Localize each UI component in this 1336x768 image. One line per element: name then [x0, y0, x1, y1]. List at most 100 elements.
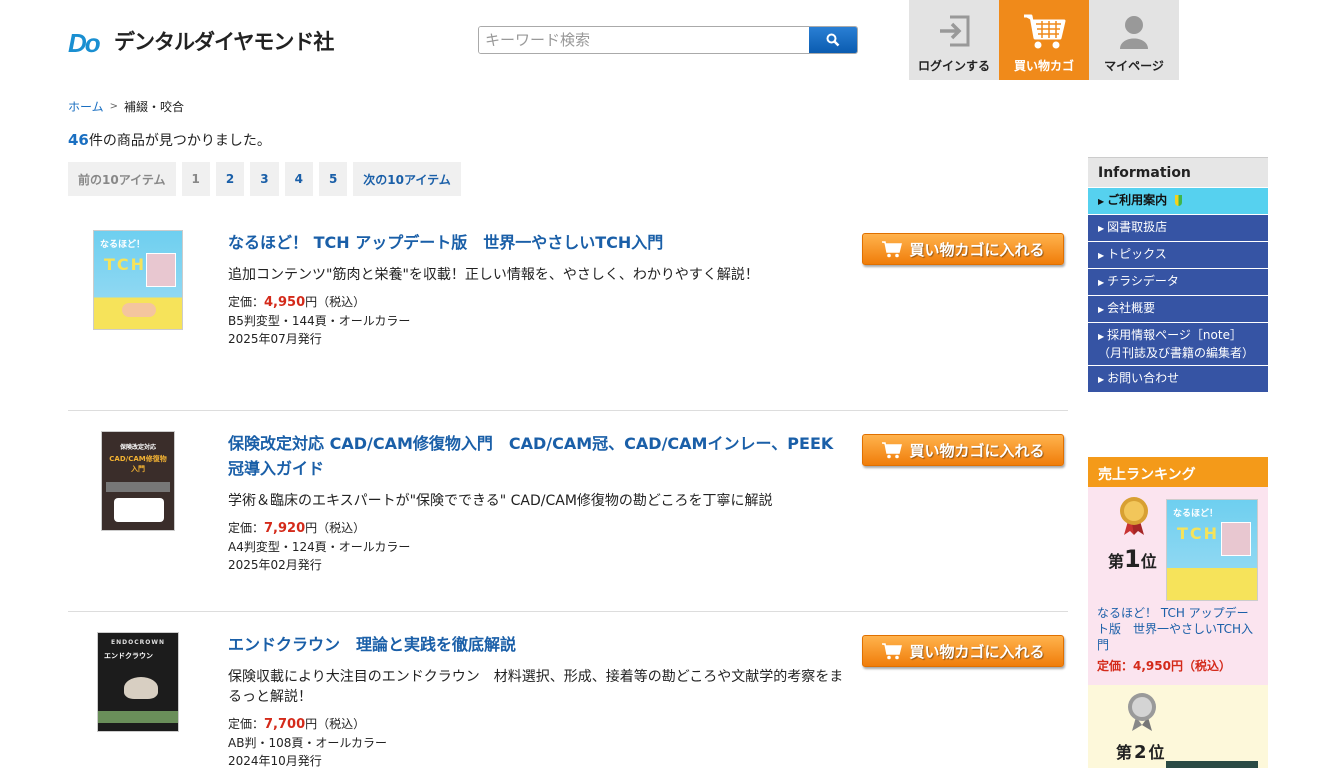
ranking-item-1[interactable]: 第1位 なるほど！ TCH なるほど！ TCH アップデート版 世界一やさしいT…	[1088, 487, 1268, 685]
breadcrumb-current: 補綴・咬合	[124, 100, 185, 114]
breadcrumb-home-link[interactable]: ホーム	[68, 98, 104, 115]
product-description: 学術＆臨床のエキスパートが"保険でできる" CAD/CAM修復物の勘どころを丁寧…	[228, 493, 773, 509]
ranking-cover-image[interactable]: なるほど！ TCH	[1166, 499, 1258, 601]
product-meta: 定価：7,700円（税込） AB判・108頁・オールカラー 2024年10月発行	[228, 715, 848, 768]
sidebar-item-label: 会社概要	[1107, 301, 1156, 315]
result-count-text: 件の商品が見つかりました。	[88, 133, 271, 149]
pager-next[interactable]: 次の10アイテム	[353, 162, 461, 196]
ranking-heading: 売上ランキング	[1088, 457, 1268, 487]
sidebar-item-stores[interactable]: ▶ 図書取扱店	[1088, 214, 1268, 241]
price-label: 定価：	[228, 295, 265, 309]
sidebar-item-flyers[interactable]: ▶ チラシデータ	[1088, 268, 1268, 295]
beginner-mark-icon	[1175, 195, 1183, 206]
cover-photo-strip	[106, 482, 170, 492]
login-icon	[940, 15, 970, 47]
gold-medal-icon	[1118, 495, 1150, 541]
sidebar-item-label: チラシデータ	[1107, 274, 1179, 288]
product-title-link[interactable]: なるほど！ TCH アップデート版 世界一やさしいTCH入門	[228, 230, 848, 255]
pager-page-4[interactable]: 4	[284, 162, 313, 196]
sidebar-item-label: お問い合わせ	[1107, 371, 1180, 385]
pager-page-5[interactable]: 5	[318, 162, 348, 196]
silver-medal-icon	[1126, 691, 1158, 735]
arrow-right-icon: ▶	[1098, 197, 1105, 206]
result-count: 46件の商品が見つかりました。	[68, 130, 271, 150]
product-date: 2024年10月発行	[228, 754, 322, 768]
product-cover-image[interactable]: ENDOCROWN エンドクラウン	[97, 632, 179, 732]
cover-badge	[114, 498, 164, 522]
search-button[interactable]	[809, 27, 857, 53]
product-meta: 定価：4,950円（税込） B5判変型・144頁・オールカラー 2025年07月…	[228, 293, 848, 348]
cover-photo	[1221, 522, 1251, 556]
arrow-right-icon: ▶	[1098, 278, 1105, 287]
cart-label: 買い物カゴ	[1013, 59, 1074, 73]
sidebar-item-contact[interactable]: ▶ お問い合わせ	[1088, 365, 1268, 392]
mypage-label: マイページ	[1104, 59, 1164, 73]
sidebar-item-guide[interactable]: ▶ ご利用案内	[1088, 187, 1268, 214]
sidebar-item-company[interactable]: ▶ 会社概要	[1088, 295, 1268, 322]
price-label: 定価：	[228, 521, 265, 535]
logo-mark: Do	[68, 28, 101, 58]
rank-2-label: 第2位	[1116, 739, 1165, 763]
rank-suffix: 位	[1140, 552, 1157, 571]
add-to-cart-button[interactable]: 買い物カゴに入れる	[862, 233, 1064, 265]
add-to-cart-button[interactable]: 買い物カゴに入れる	[862, 434, 1064, 466]
sidebar-item-recruit[interactable]: ▶ 採用情報ページ［note］ （月刊誌及び書籍の編集者）	[1088, 322, 1268, 365]
product-title-link[interactable]: 保険改定対応 CAD/CAM修復物入門 CAD/CAM冠、CAD/CAMインレー…	[228, 431, 848, 481]
pager-prev: 前の10アイテム	[68, 162, 176, 196]
product-format: B5判変型・144頁・オールカラー	[228, 314, 411, 328]
product-price-line: 定価：7,700円（税込）	[228, 715, 848, 734]
product-title-link[interactable]: エンドクラウン 理論と実践を徹底解説	[228, 632, 848, 657]
search-box	[478, 26, 858, 54]
ranking-cover-image[interactable]	[1166, 761, 1258, 768]
price-label: 定価：	[228, 717, 265, 731]
pagination: 前の10アイテム 1 2 3 4 5 次の10アイテム	[68, 162, 461, 196]
login-button[interactable]: ログインする	[909, 0, 999, 80]
info-sidebar: Information ▶ ご利用案内 ▶ 図書取扱店 ▶ トピックス ▶ チラシデータ…	[1088, 157, 1268, 392]
mypage-button[interactable]: マイページ	[1089, 0, 1179, 80]
product-cover-image[interactable]: なるほど！ TCH	[93, 230, 183, 330]
ranking-item-2[interactable]: 第2位	[1088, 685, 1268, 768]
user-icon	[1120, 16, 1148, 49]
login-label: ログインする	[917, 59, 990, 73]
pager-page-2[interactable]: 2	[215, 162, 245, 196]
cover-photo	[124, 677, 158, 699]
arrow-right-icon: ▶	[1098, 251, 1105, 260]
sidebar-item-label: 採用情報ページ［note］ （月刊誌及び書籍の編集者）	[1098, 328, 1255, 360]
cart-button[interactable]: 買い物カゴ	[999, 0, 1089, 80]
add-to-cart-label: 買い物カゴに入れる	[909, 441, 1045, 460]
cover-text: なるほど！	[100, 240, 146, 250]
add-to-cart-label: 買い物カゴに入れる	[909, 240, 1045, 259]
pager-page-3[interactable]: 3	[250, 162, 279, 196]
sidebar-item-topics[interactable]: ▶ トピックス	[1088, 241, 1268, 268]
product-description: 追加コンテンツ"筋肉と栄養"を収載！正しい情報を、やさしく、わかりやすく解説！	[228, 267, 759, 283]
ranking-price: 定価：4,950円（税込）	[1097, 659, 1231, 673]
logo-text: デンタルダイヤモンド社	[114, 30, 334, 54]
cover-text: 保険改定対応	[119, 444, 156, 451]
arrow-right-icon: ▶	[1098, 224, 1105, 233]
product-date: 2025年07月発行	[228, 332, 322, 346]
add-to-cart-button[interactable]: 買い物カゴに入れる	[862, 635, 1064, 667]
rank-suffix: 位	[1148, 743, 1165, 762]
product-price: 4,950	[264, 295, 306, 310]
product-price-line: 定価：7,920円（税込）	[228, 519, 848, 538]
header-nav: ログインする 買い物カゴ マイページ	[909, 0, 1179, 80]
product-price: 7,700	[264, 717, 306, 732]
add-to-cart-label: 買い物カゴに入れる	[909, 642, 1045, 661]
product-description: 保険収載により大注目のエンドクラウン 材料選択、形成、接着等の勘どころや文献学的…	[228, 669, 844, 705]
site-logo[interactable]: Do デンタルダイヤモンド社	[68, 26, 334, 58]
pager-page-1: 1	[181, 162, 210, 196]
product-price-line: 定価：4,950円（税込）	[228, 293, 848, 312]
search-input[interactable]	[479, 27, 809, 53]
result-count-number: 46	[68, 131, 89, 149]
price-suffix: 円（税込）	[305, 295, 366, 309]
cover-text: ENDOCROWN	[111, 639, 165, 646]
sidebar-item-label: ご利用案内	[1107, 193, 1168, 207]
breadcrumb-separator: >	[109, 101, 119, 112]
product-divider	[68, 611, 1068, 612]
product-cover-image[interactable]: 保険改定対応 CAD/CAM修復物入門	[101, 431, 175, 531]
ranking-title-link[interactable]: なるほど！ TCH アップデート版 世界一やさしいTCH入門	[1097, 605, 1259, 653]
product-date: 2025年02月発行	[228, 558, 322, 572]
price-suffix: 円（税込）	[305, 717, 366, 731]
product-divider	[68, 410, 1068, 411]
search-icon	[826, 33, 840, 47]
